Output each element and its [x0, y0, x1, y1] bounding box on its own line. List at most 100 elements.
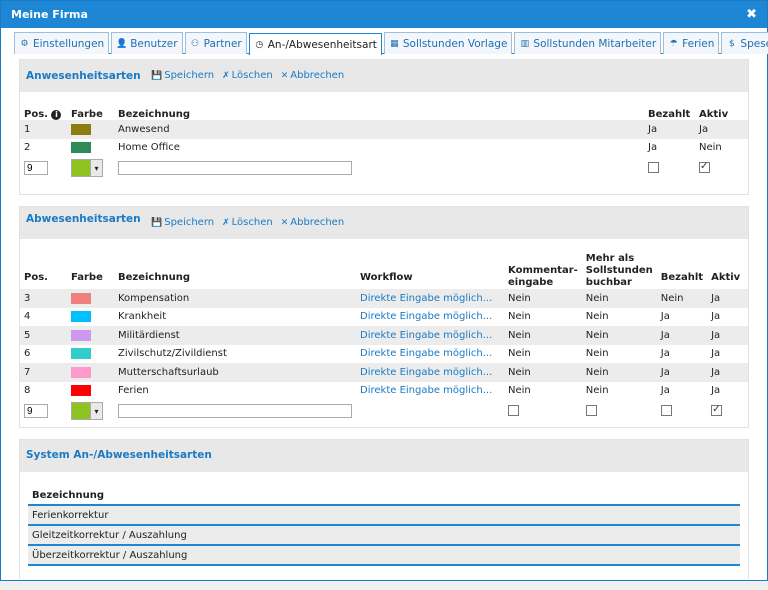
table-row[interactable]: 5 Militärdienst Direkte Eingabe möglich...…	[20, 326, 748, 345]
table-row[interactable]: 2 Home Office Ja Nein	[20, 139, 748, 158]
tab-sollstunden-mitarbeiter[interactable]: ▥ Sollstunden Mitarbeiter	[514, 32, 662, 54]
abwesenheit-rows: 3 Kompensation Direkte Eingabe möglich... N…	[20, 289, 748, 400]
cell-farbe	[67, 345, 114, 364]
cell-bezeichnung: Kompensation	[114, 289, 356, 308]
list-item: Überzeitkorrektur / Auszahlung	[28, 546, 740, 566]
anwesenheit-table: Pos. i Farbe Bezeichnung Bezahlt Aktiv 1…	[20, 98, 748, 179]
workflow-link[interactable]: Direkte Eingabe möglich...	[356, 289, 504, 308]
system-table: Bezeichnung Ferienkorrektur Gleitzeitkor…	[20, 472, 748, 566]
tab-benutzer[interactable]: 👤 Benutzer	[111, 32, 183, 54]
tab-an-abwesenheitsart[interactable]: ◷ An-/Abwesenheitsart	[248, 33, 382, 55]
cell-bezahlt: Ja	[656, 326, 708, 345]
tab-einstellungen[interactable]: ⚙ Einstellungen	[14, 32, 110, 54]
color-picker[interactable]: ▾	[71, 402, 103, 420]
close-icon[interactable]: ✖	[746, 7, 757, 22]
delete-button[interactable]: ✗ Löschen	[222, 70, 273, 81]
cell-kommentar: Nein	[504, 326, 582, 345]
cell-farbe	[67, 326, 114, 345]
cell-aktiv: Ja	[707, 326, 748, 345]
title-bar: Meine Firma ✖	[1, 1, 767, 28]
tab-bar: ⚙ Einstellungen 👤 Benutzer ⚇ Partner ◷ An-/A…	[14, 32, 768, 55]
abwesenheit-table: Pos. Farbe Bezeichnung Workflow Kommenta…	[20, 245, 748, 422]
color-swatch	[72, 160, 90, 176]
col-kommentar: Kommentar-eingabe	[508, 265, 578, 288]
chevron-down-icon: ▾	[90, 160, 102, 176]
system-section: System An-/Abwesenheitsarten Bezeichnung…	[19, 439, 749, 579]
cell-mehr: Nein	[585, 348, 609, 360]
col-bezahlt: Bezahlt	[648, 109, 691, 120]
abwesenheitsarten-section: Abwesenheitsarten 💾 Speichern ✗ Löschen ✕ A…	[19, 206, 749, 428]
col-bezeichnung: Bezeichnung	[118, 272, 190, 283]
aktiv-checkbox[interactable]	[711, 404, 723, 417]
table-row[interactable]: 8 Ferien Direkte Eingabe möglich... Nein Nei…	[20, 382, 748, 401]
table-row[interactable]: 6 Zivilschutz/Zivildienst Direkte Eingabe …	[20, 345, 748, 364]
bezahlt-checkbox[interactable]	[660, 405, 672, 417]
col-bezeichnung: Bezeichnung	[118, 109, 190, 120]
section-title: Anwesenheitsarten	[26, 70, 141, 82]
tab-ferien[interactable]: ☂ Ferien	[663, 32, 720, 54]
cancel-button[interactable]: ✕ Abbrechen	[281, 70, 344, 81]
partner-icon: ⚇	[191, 38, 200, 49]
workflow-link[interactable]: Direkte Eingabe möglich...	[356, 326, 504, 345]
cell-bezahlt: Ja	[648, 142, 658, 154]
bezeichnung-input[interactable]	[118, 160, 352, 175]
table-row[interactable]: 4 Krankheit Direkte Eingabe möglich... Nein…	[20, 308, 748, 327]
delete-icon: ✗	[222, 70, 230, 81]
cell-kommentar: Nein	[504, 363, 582, 382]
cell-aktiv: Ja	[707, 363, 748, 382]
workflow-link[interactable]: Direkte Eingabe möglich...	[356, 382, 504, 401]
cell-bezeichnung: Mutterschaftsurlaub	[114, 363, 356, 382]
cell-farbe	[67, 139, 114, 158]
cell-kommentar: Nein	[504, 289, 582, 308]
bezeichnung-input[interactable]	[118, 403, 352, 418]
pos-input[interactable]	[24, 161, 48, 175]
workflow-link[interactable]: Direkte Eingabe möglich...	[356, 363, 504, 382]
col-pos: Pos. i	[20, 98, 67, 120]
cell-aktiv: Ja	[707, 289, 748, 308]
gear-icon: ⚙	[20, 38, 29, 49]
anwesenheitsarten-section: Anwesenheitsarten 💾 Speichern ✗ Löschen ✕ A…	[19, 59, 749, 195]
cell-bezahlt: Ja	[660, 311, 670, 323]
section-header: Abwesenheitsarten 💾 Speichern ✗ Löschen ✕ A…	[20, 207, 748, 239]
col-aktiv: Aktiv	[711, 272, 741, 283]
section-title: Abwesenheitsarten	[26, 213, 141, 225]
cell-kommentar: Nein	[508, 311, 531, 323]
save-button[interactable]: 💾 Speichern	[151, 217, 214, 228]
mehr-checkbox[interactable]	[585, 405, 597, 417]
tab-spesen[interactable]: $Spesen	[721, 32, 768, 54]
cancel-button[interactable]: ✕ Abbrechen	[281, 217, 344, 228]
cell-aktiv: Ja	[711, 311, 721, 323]
workflow-link[interactable]: Direkte Eingabe möglich...	[356, 308, 504, 327]
cell-bezahlt: Nein	[656, 289, 708, 308]
pos-input[interactable]	[24, 404, 48, 418]
save-icon: 💾	[151, 217, 163, 228]
aktiv-checkbox[interactable]	[699, 161, 710, 174]
tab-partner[interactable]: ⚇ Partner	[184, 32, 247, 54]
table-row[interactable]: 1 Anwesend Ja Ja	[20, 120, 748, 139]
cancel-icon: ✕	[280, 217, 289, 228]
color-swatch	[71, 142, 91, 153]
tab-sollstunden-vorlage[interactable]: ▦ Sollstunden Vorlage	[383, 32, 513, 54]
color-swatch	[71, 385, 91, 396]
color-picker[interactable]: ▾	[71, 159, 103, 177]
cell-kommentar: Nein	[508, 385, 531, 397]
info-icon[interactable]: i	[51, 110, 62, 120]
kommentar-checkbox[interactable]	[508, 405, 519, 417]
delete-button[interactable]: ✗ Löschen	[222, 217, 273, 228]
money-icon: $	[729, 38, 735, 49]
color-swatch	[71, 311, 91, 322]
holiday-icon: ☂	[669, 38, 678, 49]
workflow-link[interactable]: Direkte Eingabe möglich...	[356, 345, 504, 364]
table-row[interactable]: 7 Mutterschaftsurlaub Direkte Eingabe mögl…	[20, 363, 748, 382]
save-button[interactable]: 💾 Speichern	[151, 70, 214, 81]
new-row: ▾	[20, 157, 748, 179]
color-swatch	[71, 348, 91, 359]
cell-farbe	[67, 308, 114, 327]
cell-bezeichnung: Home Office	[118, 142, 180, 154]
bezahlt-checkbox[interactable]	[648, 162, 659, 174]
tab-content: Anwesenheitsarten 💾 Speichern ✗ Löschen ✕ A…	[19, 59, 749, 590]
table-row[interactable]: 3 Kompensation Direkte Eingabe möglich... N…	[20, 289, 748, 308]
cell-mehr: Nein	[581, 363, 657, 382]
list-item: Ferienkorrektur	[28, 506, 740, 526]
cell-aktiv: Ja	[711, 385, 721, 397]
